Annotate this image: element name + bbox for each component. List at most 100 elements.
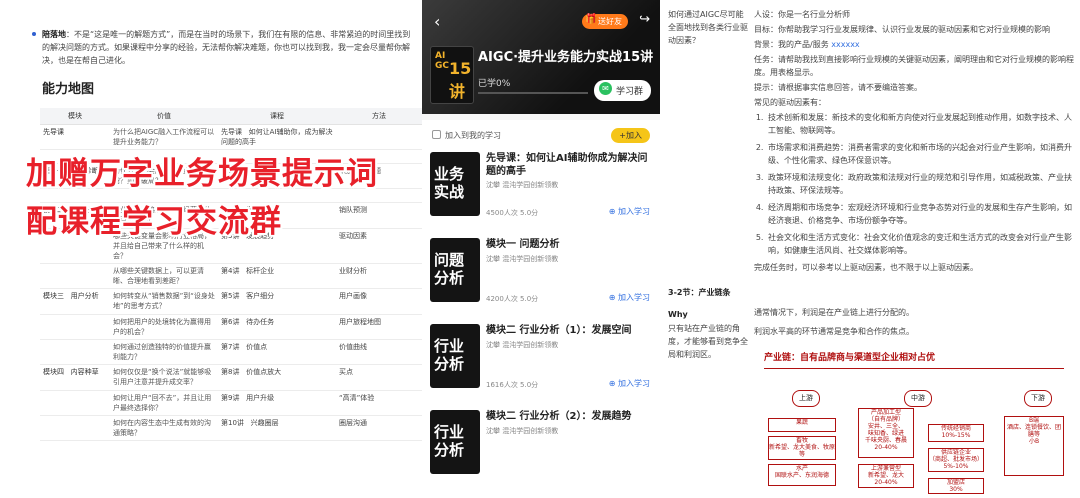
lesson-meta: 4200人次 5.0分 [486, 295, 539, 303]
col-header: 方法 [336, 108, 422, 125]
course-doc-panel: 陪落地：不是“这是唯一的解题方式”，而是在当时的场景下，我们在有限的信息、非常紧… [0, 0, 422, 498]
checkbox-icon[interactable] [432, 130, 441, 139]
course-title: AIGC·提升业务能力实战15讲 [478, 50, 654, 65]
lesson-item[interactable]: 问题 分析 模块一 问题分析 沈攀 混沌学园创新领教 4200人次 5.0分 ⊕ 加入学习 [422, 238, 660, 322]
study-group-button[interactable]: ✉ 学习群 [594, 80, 652, 101]
lesson-list-card: 加入到我的学习 +加入 业务 实战 先导课：如何让AI辅助你成为解决问题的高手 沈攀 … [422, 120, 660, 498]
chain-box: 果蔬 [768, 418, 836, 432]
table-cell: 第5讲 客户细分 [218, 288, 336, 315]
table-row: 如何在内容生态中生成有效的沟通策略？ 第10讲 兴趣圈层 圈层沟通 [40, 415, 422, 441]
promo-overlay-line2: 配课程学习交流群 [26, 204, 282, 240]
lesson-author: 沈攀 混沌学园创新领教 [486, 427, 559, 435]
hint-line: 提示：请根据事实信息回答，请不要编造答案。 [754, 83, 922, 92]
common-title: 常见的驱动因素有： [754, 98, 826, 107]
background-line: 背景：我的产品/服务 xxxxxx [754, 40, 860, 49]
chain-box: 畜牧 新希望、龙大美食、牧原等 [768, 436, 836, 460]
lesson-thumbnail: 行业 分析 [430, 410, 480, 474]
table-cell: 如何仅仅是“换个说法”就能够吸引用户注意并提升成交率？ [110, 364, 218, 391]
add-to-study-label: 加入到我的学习 [445, 131, 501, 140]
lesson-item[interactable]: 行业 分析 模块二 行业分析（2）：发展趋势 沈攀 混沌学园创新领教 [422, 410, 660, 494]
finish-line: 完成任务时，可以参考以上驱动因素，也不限于以上驱动因素。 [754, 263, 978, 272]
chain-title: 产业链：自有品牌商与渠道型企业相对占优 [764, 353, 936, 363]
table-row: 模块三 用户分析 如何转变从“销售数据”到“设身处地”的思考方式？ 第5讲 客户细分… [40, 288, 422, 315]
table-cell: 买点 [336, 364, 422, 391]
course-hero: ‹ 🎁 送好友 ↪ AI GC 15讲 AIGC·提升业务能力实战15讲 已学0%… [422, 0, 660, 114]
industry-chain-diagram: 产业链：自有品牌商与渠道型企业相对占优 上游 中游 下游 果蔬 畜牧 新希望、龙… [754, 352, 1080, 498]
join-study-link[interactable]: ⊕ 加入学习 [609, 292, 650, 303]
factor-item: 政策环境和法规变化：政府政策和法规对行业的规范和引导作用，如减税政策、产业扶持政… [766, 171, 1074, 197]
stage-downstream: 下游 [1024, 390, 1052, 407]
col-header: 模块 [40, 108, 110, 125]
chain-box: 产品加工型 （自有品牌） 安井、三全、 味知香、绿进 千味央厨、春晨 20-40… [858, 408, 914, 458]
table-cell [40, 339, 110, 365]
table-cell: 第7讲 价值点 [218, 339, 336, 365]
lesson-title: 模块一 问题分析 [486, 239, 560, 250]
factor-item: 市场需求和消费趋势：消费者需求的变化和新市场的兴起会对行业产生影响，如消费升级、… [766, 141, 1074, 167]
lesson-item[interactable]: 行业 分析 模块二 行业分析（1）：发展空间 沈攀 混沌学园创新领教 1616人次 5.… [422, 324, 660, 408]
table-row: 如何通过创造独特的价值提升赢利能力？ 第7讲 价值点 价值曲线 [40, 339, 422, 365]
table-cell: 如何通过创造独特的价值提升赢利能力？ [110, 339, 218, 365]
table-cell: 先导课 如何让AI辅助你，成为解决问题的高手 [218, 124, 336, 150]
col-header: 价值 [110, 108, 218, 125]
factor-item: 社会文化和生活方式变化：社会文化价值观念的变迁和生活方式的改变会对行业产生影响，… [766, 231, 1074, 257]
chain-title-rule [764, 368, 1064, 369]
table-cell: 从哪些关键数据上，可以更清晰、合理地看到差距？ [110, 263, 218, 289]
thumb-text: 行业 [434, 423, 465, 441]
table-cell: 模块四 内容种草 [40, 364, 110, 391]
add-to-study-bar: 加入到我的学习 +加入 [432, 128, 650, 146]
lesson-title: 模块二 行业分析（2）：发展趋势 [486, 411, 632, 422]
join-study-link[interactable]: ⊕ 加入学习 [609, 378, 650, 389]
background-placeholder: xxxxxx [831, 40, 860, 49]
table-cell: 圈层沟通 [336, 415, 422, 441]
table-cell: 模块三 用户分析 [40, 288, 110, 315]
table-cell [40, 263, 110, 289]
wechat-icon: ✉ [599, 82, 612, 95]
bullet-bold: 陪落地 [42, 30, 66, 39]
thumb-text: 分析 [434, 441, 465, 459]
lesson-author: 沈攀 混沌学园创新领教 [486, 255, 559, 263]
lesson-thumbnail: 业务 实战 [430, 152, 480, 216]
chain-box: 水产 国联水产、东润海德 [768, 464, 836, 486]
table-row: 先导课 为什么把AIGC融入工作流程可以提升业务能力？ 先导课 如何让AI辅助你，成… [40, 124, 422, 150]
back-arrow-icon[interactable]: ‹ [434, 12, 440, 31]
chain-box: 上游兼营型 新希望、龙大 20-40% [858, 464, 914, 488]
lesson-author: 沈攀 混沌学园创新领教 [486, 181, 559, 189]
col-header: 课程 [218, 108, 336, 125]
lesson-item[interactable]: 业务 实战 先导课：如何让AI辅助你成为解决问题的高手 沈攀 混沌学园创新领教 4500… [422, 152, 660, 236]
thumb-text: 分析 [434, 269, 465, 287]
role-line: 人设：你是一名行业分析师 [754, 10, 850, 19]
table-cell: 业财分析 [336, 263, 422, 289]
thumb-text: 业务 [434, 165, 465, 183]
join-study-link[interactable]: ⊕ 加入学习 [609, 206, 650, 217]
why-text: 只有站在产业链的角度，才能够看到竞争全局和利润区。 [668, 324, 748, 359]
table-cell: 用户旅程地图 [336, 314, 422, 340]
lesson-thumbnail: 行业 分析 [430, 324, 480, 388]
table-row: 如何把用户的处境转化为赢得用户的机会？ 第6讲 待办任务 用户旅程地图 [40, 314, 422, 340]
table-cell [40, 415, 110, 441]
table-cell: 销队预测 [336, 202, 422, 229]
thumb-text: 问题 [434, 251, 465, 269]
table-cell [336, 124, 422, 150]
prompt-block: 人设：你是一名行业分析师 目标：你帮助我学习行业发展规律、认识行业发展的驱动因素… [754, 8, 1074, 276]
table-row: 如何让用户“回不去”，并且让用户最终选择你？ 第9讲 用户升级 “高清”体验 [40, 390, 422, 416]
table-cell: 如何转变从“销售数据”到“设身处地”的思考方式？ [110, 288, 218, 315]
factor-list: 技术创新和发展：新技术的变化和新方向使对行业发展起到推动作用，如数字技术、人工智… [766, 111, 1074, 257]
ability-map-heading: 能力地图 [42, 82, 95, 97]
table-cell: 驱动因素 [336, 228, 422, 264]
add-button[interactable]: +加入 [611, 128, 650, 143]
answer-line: 利润水平高的环节通常是竞争和合作的焦点。 [754, 327, 914, 336]
table-cell: 用户画像 [336, 288, 422, 315]
share-icon[interactable]: ↪ [639, 12, 650, 27]
course-cover: AI GC 15讲 [430, 46, 474, 104]
cover-aigc: AI GC [435, 51, 449, 71]
promo-overlay-line1: 加赠万字业务场景提示词 [26, 156, 378, 192]
prompt-doc-panel: 如何通过AIGC尽可能全面地找到各类行业驱动因素？ 人设：你是一名行业分析师 目… [660, 0, 1080, 498]
table-cell: 第4讲 标杆企业 [218, 263, 336, 289]
thumb-text: 分析 [434, 355, 465, 373]
table-row: 模块四 内容种草 如何仅仅是“换个说法”就能够吸引用户注意并提升成交率？ 第8讲 价… [40, 364, 422, 391]
table-row: 从哪些关键数据上，可以更清晰、合理地看到差距？ 第4讲 标杆企业 业财分析 [40, 263, 422, 289]
progress-label: 已学0% [478, 79, 511, 89]
table-cell: 价值曲线 [336, 339, 422, 365]
bullet-dot-icon [32, 32, 36, 36]
gift-friend-badge[interactable]: 🎁 送好友 [582, 14, 628, 29]
